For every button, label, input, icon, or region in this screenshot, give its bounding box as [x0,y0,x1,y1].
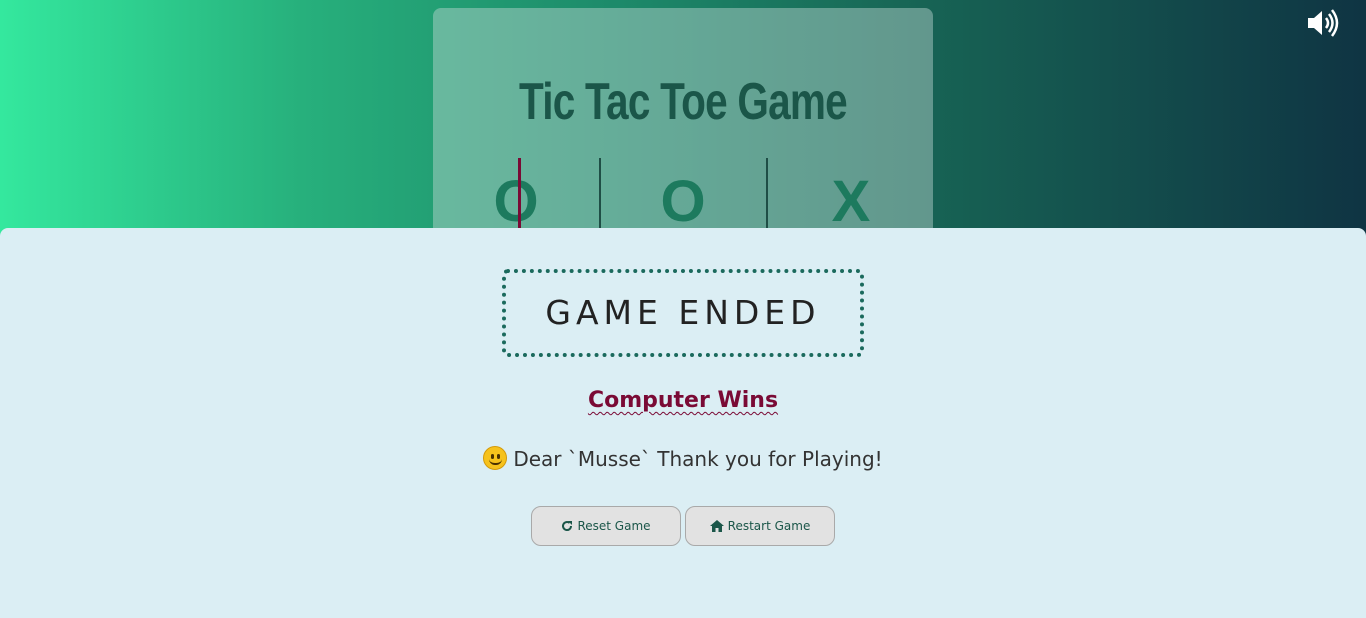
smiley-icon [483,446,508,470]
status-text: GAME ENDED [545,293,821,332]
winner-text: Computer Wins [0,388,1366,413]
reset-game-button[interactable]: Reset Game [531,506,681,546]
winner-label: Computer Wins [587,388,779,413]
game-over-modal: GAME ENDED Computer Wins Dear `Musse` Th… [0,228,1366,618]
restart-game-button[interactable]: Restart Game [685,506,835,546]
refresh-icon [562,521,573,532]
reset-game-label: Reset Game [577,519,651,533]
status-box: GAME ENDED [502,269,864,357]
volume-up-icon[interactable] [1306,8,1342,38]
game-board-card: Tic Tac Toe Game O O X [433,8,933,248]
action-buttons: Reset Game Restart Game [531,506,841,546]
home-icon [709,520,724,532]
thanks-text: Dear `Musse` Thank you for Playing! [513,447,883,471]
thanks-message: Dear `Musse` Thank you for Playing! [0,446,1366,471]
restart-game-label: Restart Game [727,519,811,533]
game-title: Tic Tac Toe Game [519,73,848,131]
